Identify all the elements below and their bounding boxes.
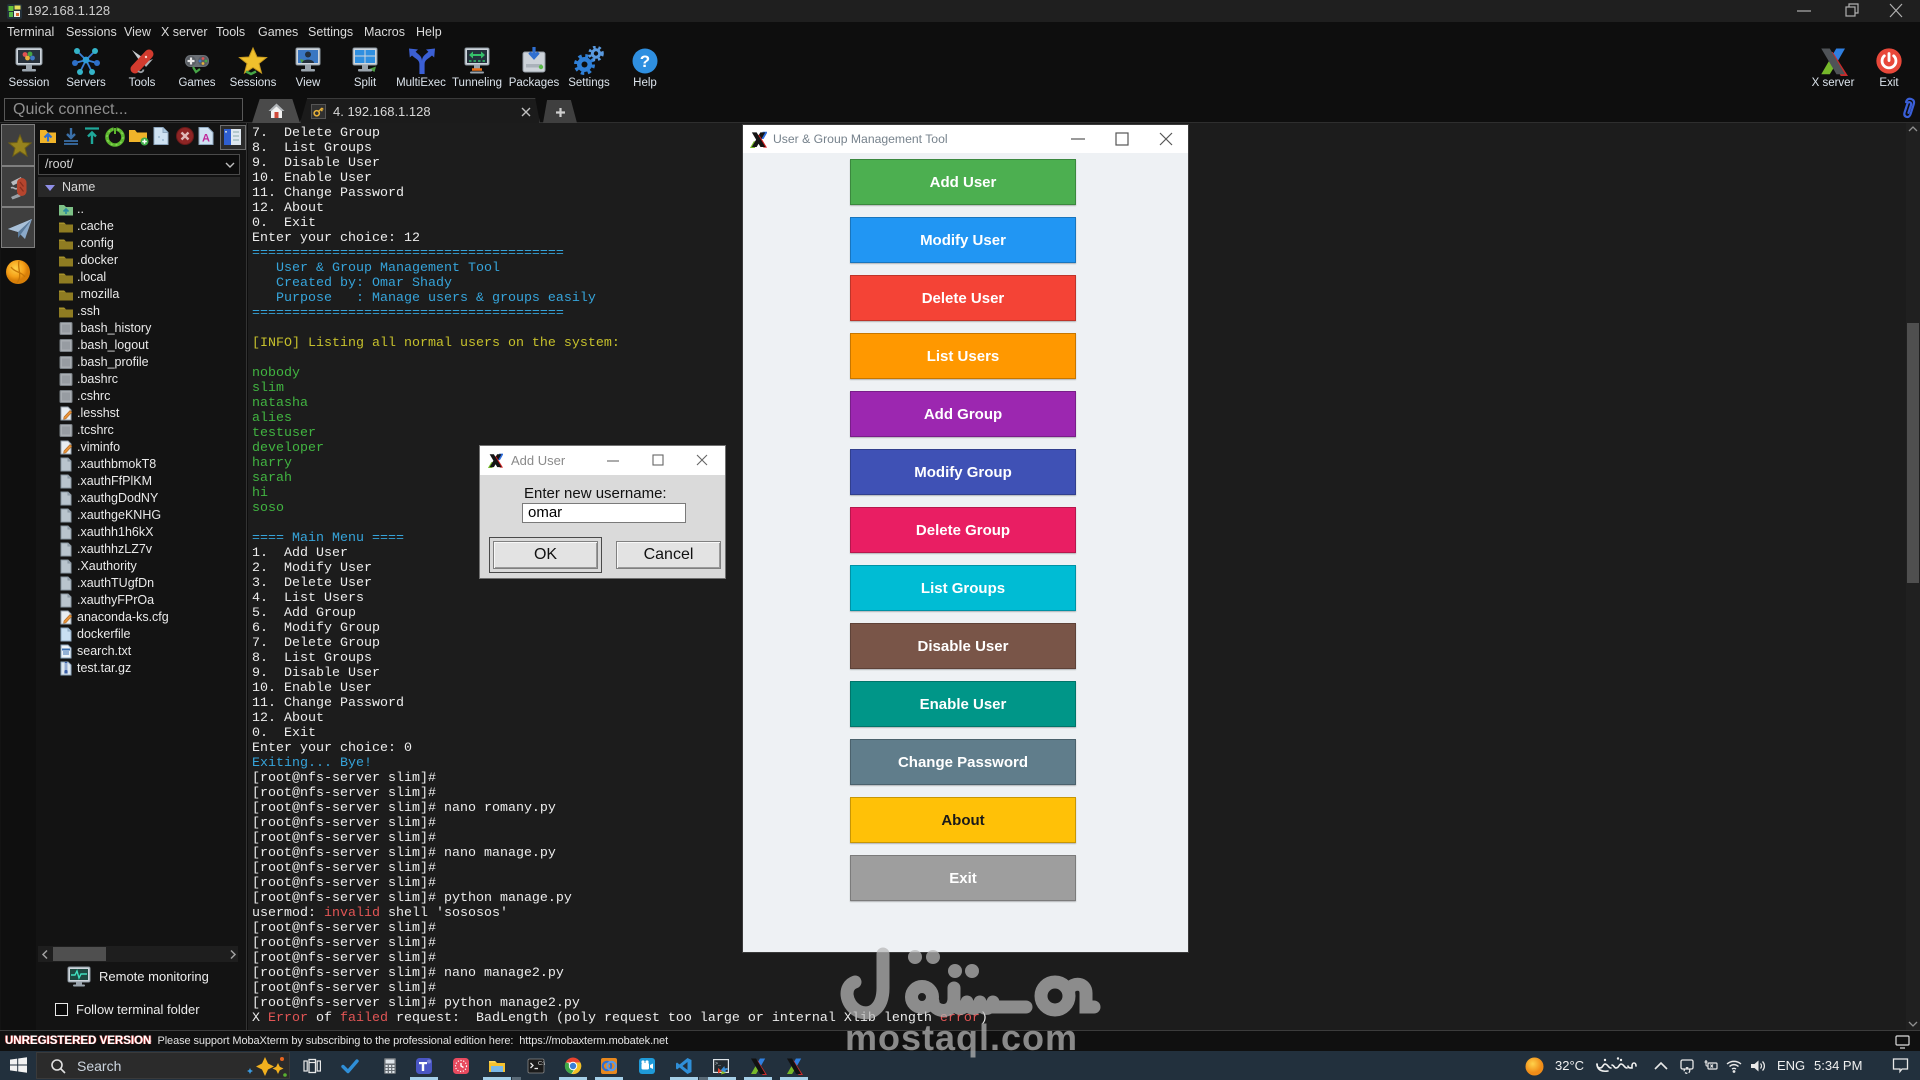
svg-text:?: ? bbox=[640, 52, 650, 71]
svg-text:mostaql.com: mostaql.com bbox=[845, 1017, 1078, 1058]
svg-text:C:\: C:\ bbox=[538, 1061, 545, 1067]
svg-text:>_: >_ bbox=[715, 1061, 722, 1067]
svg-text:A: A bbox=[202, 133, 210, 145]
